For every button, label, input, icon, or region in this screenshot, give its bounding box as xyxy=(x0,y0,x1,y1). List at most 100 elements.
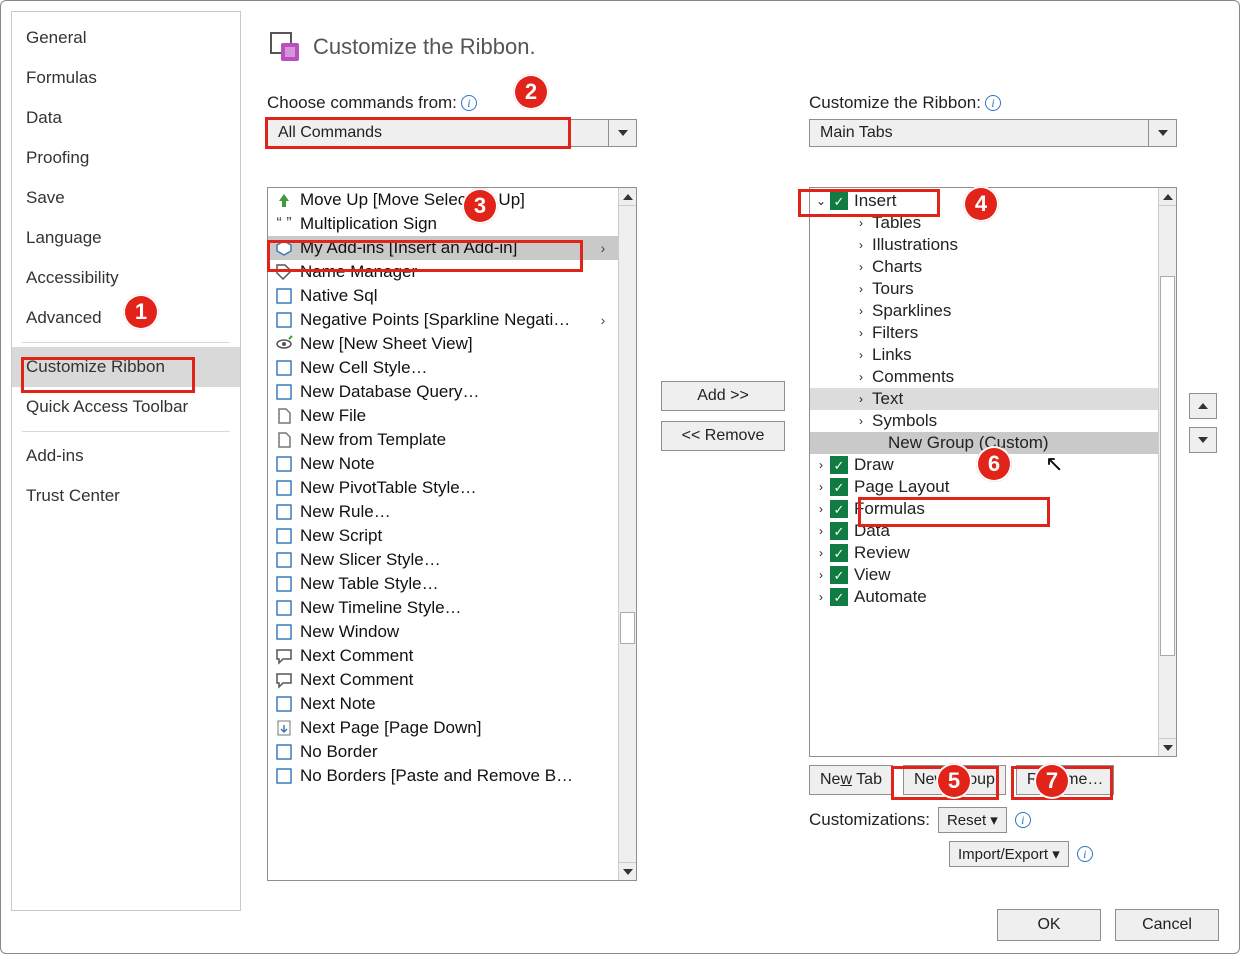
command-item[interactable]: Move Up [Move Selection Up] xyxy=(268,188,618,212)
checkbox-checked-icon[interactable]: ✓ xyxy=(830,588,848,606)
scroll-up-icon[interactable] xyxy=(1159,188,1176,206)
category-item[interactable]: Customize Ribbon xyxy=(12,347,240,387)
toggle-icon[interactable] xyxy=(814,568,828,582)
move-down-button[interactable] xyxy=(1189,427,1217,453)
command-item[interactable]: Negative Points [Sparkline Negati…› xyxy=(268,308,618,332)
toggle-icon[interactable] xyxy=(814,546,828,560)
scrollbar[interactable] xyxy=(1158,188,1176,756)
tree-row[interactable]: Text xyxy=(810,388,1158,410)
toggle-icon[interactable] xyxy=(854,260,868,274)
info-icon[interactable]: i xyxy=(1077,846,1093,862)
customize-ribbon-combo[interactable]: Main Tabs xyxy=(809,119,1177,147)
command-item[interactable]: Next Comment xyxy=(268,644,618,668)
category-item[interactable]: Data xyxy=(12,98,240,138)
toggle-icon[interactable] xyxy=(814,480,828,494)
command-item[interactable]: New Note xyxy=(268,452,618,476)
choose-commands-combo[interactable]: All Commands xyxy=(267,119,637,147)
command-item[interactable]: New Database Query… xyxy=(268,380,618,404)
toggle-icon[interactable] xyxy=(814,590,828,604)
command-item[interactable]: My Add-ins [Insert an Add-in]› xyxy=(268,236,618,260)
cancel-button[interactable]: Cancel xyxy=(1115,909,1219,941)
command-item[interactable]: New [New Sheet View] xyxy=(268,332,618,356)
category-item[interactable]: Proofing xyxy=(12,138,240,178)
toggle-icon[interactable] xyxy=(814,458,828,472)
tree-row[interactable]: Links xyxy=(810,344,1158,366)
chevron-down-icon[interactable] xyxy=(609,119,637,147)
tree-row[interactable]: ✓Review xyxy=(810,542,1158,564)
toggle-icon[interactable] xyxy=(854,348,868,362)
tree-row[interactable]: Comments xyxy=(810,366,1158,388)
info-icon[interactable]: i xyxy=(1015,812,1031,828)
checkbox-checked-icon[interactable]: ✓ xyxy=(830,566,848,584)
tree-row[interactable]: Symbols xyxy=(810,410,1158,432)
checkbox-checked-icon[interactable]: ✓ xyxy=(830,456,848,474)
category-item[interactable]: General xyxy=(12,18,240,58)
checkbox-checked-icon[interactable]: ✓ xyxy=(830,522,848,540)
tree-row[interactable]: ✓View xyxy=(810,564,1158,586)
commands-listbox[interactable]: Move Up [Move Selection Up]“ ”Multiplica… xyxy=(267,187,637,881)
category-item[interactable]: Quick Access Toolbar xyxy=(12,387,240,427)
command-item[interactable]: New Script xyxy=(268,524,618,548)
command-item[interactable]: Native Sql xyxy=(268,284,618,308)
toggle-icon[interactable] xyxy=(854,370,868,384)
command-item[interactable]: New PivotTable Style… xyxy=(268,476,618,500)
command-item[interactable]: New from Template xyxy=(268,428,618,452)
command-item[interactable]: Next Comment xyxy=(268,668,618,692)
add-button[interactable]: Add >> xyxy=(661,381,785,411)
chevron-right-icon[interactable]: › xyxy=(594,312,612,328)
import-export-button[interactable]: Import/Export ▾ xyxy=(949,841,1069,867)
toggle-icon[interactable] xyxy=(854,414,868,428)
tree-row[interactable]: ✓Automate xyxy=(810,586,1158,608)
toggle-icon[interactable] xyxy=(854,326,868,340)
scroll-track[interactable] xyxy=(619,206,636,862)
command-item[interactable]: New Rule… xyxy=(268,500,618,524)
command-item[interactable]: New Slicer Style… xyxy=(268,548,618,572)
category-item[interactable]: Formulas xyxy=(12,58,240,98)
checkbox-checked-icon[interactable]: ✓ xyxy=(830,478,848,496)
move-up-button[interactable] xyxy=(1189,393,1217,419)
category-item[interactable]: Accessibility xyxy=(12,258,240,298)
toggle-icon[interactable] xyxy=(854,216,868,230)
toggle-icon[interactable] xyxy=(814,502,828,516)
toggle-icon[interactable] xyxy=(814,524,828,538)
scroll-up-icon[interactable] xyxy=(619,188,636,206)
ok-button[interactable]: OK xyxy=(997,909,1101,941)
toggle-icon[interactable] xyxy=(814,194,828,208)
command-item[interactable]: No Borders [Paste and Remove B… xyxy=(268,764,618,788)
toggle-icon[interactable] xyxy=(854,304,868,318)
scroll-thumb[interactable] xyxy=(1160,276,1175,656)
scroll-thumb[interactable] xyxy=(620,612,635,644)
tree-row[interactable]: Illustrations xyxy=(810,234,1158,256)
checkbox-checked-icon[interactable]: ✓ xyxy=(830,544,848,562)
command-item[interactable]: Name Manager xyxy=(268,260,618,284)
command-item[interactable]: “ ”Multiplication Sign xyxy=(268,212,618,236)
command-item[interactable]: No Border xyxy=(268,740,618,764)
checkbox-checked-icon[interactable]: ✓ xyxy=(830,500,848,518)
checkbox-checked-icon[interactable]: ✓ xyxy=(830,192,848,210)
info-icon[interactable]: i xyxy=(985,95,1001,111)
category-item[interactable]: Language xyxy=(12,218,240,258)
tree-row[interactable]: Sparklines xyxy=(810,300,1158,322)
command-item[interactable]: New Table Style… xyxy=(268,572,618,596)
category-item[interactable]: Trust Center xyxy=(12,476,240,516)
remove-button[interactable]: << Remove xyxy=(661,421,785,451)
tree-row[interactable]: Charts xyxy=(810,256,1158,278)
category-item[interactable]: Save xyxy=(12,178,240,218)
tree-row[interactable]: Tours xyxy=(810,278,1158,300)
scrollbar[interactable] xyxy=(618,188,636,880)
scroll-track[interactable] xyxy=(1159,206,1176,738)
tree-row[interactable]: ✓Formulas xyxy=(810,498,1158,520)
info-icon[interactable]: i xyxy=(461,95,477,111)
new-tab-button[interactable]: New Tab xyxy=(809,765,893,795)
chevron-down-icon[interactable] xyxy=(1149,119,1177,147)
command-item[interactable]: New Cell Style… xyxy=(268,356,618,380)
category-item[interactable]: Add-ins xyxy=(12,436,240,476)
chevron-right-icon[interactable]: › xyxy=(594,240,612,256)
tree-row[interactable]: ✓Data xyxy=(810,520,1158,542)
toggle-icon[interactable] xyxy=(854,282,868,296)
command-item[interactable]: New Window xyxy=(268,620,618,644)
command-item[interactable]: New File xyxy=(268,404,618,428)
tree-row[interactable]: Filters xyxy=(810,322,1158,344)
reset-button[interactable]: Reset ▾ xyxy=(938,807,1007,833)
command-item[interactable]: Next Page [Page Down] xyxy=(268,716,618,740)
